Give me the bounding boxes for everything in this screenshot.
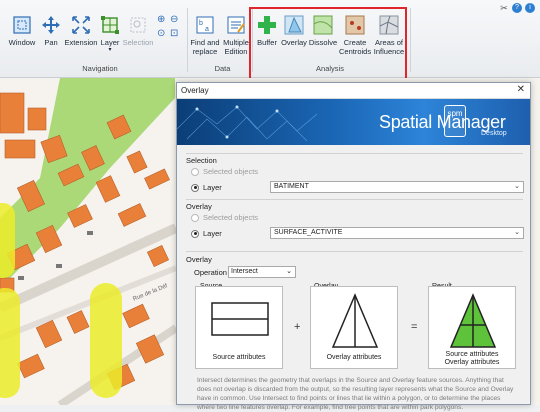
group-data-label: Data [214,64,231,73]
radio-label: Layer [203,183,222,192]
result-diagram-graphic [449,293,497,348]
overlay-caption: Overlay attributes [326,354,382,361]
svg-text:a: a [205,26,209,33]
operation-description: Intersect determines the geometry that o… [197,377,514,411]
pan-icon [40,14,62,36]
overlay-selection-section: Overlay Selected objects Layer SURFACE_A… [186,199,524,249]
operation-dropdown[interactable]: Intersect ⌄ [228,266,296,278]
dropdown-value: Intersect [231,268,258,275]
result-diagram: Source attributes Overlay attributes [428,286,516,369]
selection-layer-radio[interactable]: Layer [191,183,222,192]
radio-label: Selected objects [203,167,259,176]
layer-label: Layer [100,38,120,47]
divider [186,153,523,154]
dropdown-value: BATIMENT [274,183,309,190]
overlay-diagram: Overlay attributes [310,286,398,369]
zoom-out-icon[interactable]: ⊖ [170,14,178,25]
radio-button [191,213,199,222]
radio-button [191,167,199,176]
selection-icon [127,14,149,36]
zoom-in-icon[interactable]: ⊕ [157,14,165,25]
source-diagram: Source attributes [195,286,283,369]
operation-label: Operation [194,268,227,277]
svg-text:b: b [199,20,203,27]
overlay-diagram-graphic [331,293,379,348]
analysis-highlight-box [249,7,407,82]
dialog-title: Overlay [181,86,209,95]
selection-selected-objects-radio: Selected objects [191,167,258,176]
spatial-manager-banner: Spatial Manager spm Desktop [177,99,530,145]
selection-section: Selection Selected objects Layer BATIMEN… [186,153,524,203]
dialog-titlebar[interactable]: Overlay ✕ [177,83,530,99]
dropdown-value: SURFACE_ACTIVITE [274,229,343,236]
zoom-extent-icon[interactable]: ⊙ [157,28,165,39]
result-caption-line-1: Source attributes [445,351,499,358]
radio-button[interactable] [191,229,199,238]
chevron-down-icon: ⌄ [286,268,292,275]
radio-label: Selected objects [203,213,259,222]
plus-sign: + [294,321,301,333]
overlay-layer-radio[interactable]: Layer [191,229,222,238]
extension-label: Extension [64,38,98,47]
radio-label: Layer [203,229,222,238]
window-label: Window [8,38,36,47]
banner-subtitle: Desktop [481,130,507,137]
source-diagram-graphic [211,302,269,336]
zoom-window-icon[interactable]: ⊡ [170,28,178,39]
equals-sign: = [411,321,418,333]
chevron-down-icon: ⌄ [514,183,520,190]
selection-title: Selection [186,156,217,165]
radio-button[interactable] [191,183,199,192]
layer-button[interactable]: Layer ▾ [99,14,121,53]
spm-logo-badge: spm [444,105,466,137]
extension-icon [70,14,92,36]
banner-pattern [177,105,318,142]
result-caption-line-2: Overlay attributes [444,359,500,366]
overlay-selected-objects-radio: Selected objects [191,213,258,222]
ribbon-separator [187,8,188,72]
find-replace-icon: ba [194,14,216,36]
overlay-layer-dropdown[interactable]: SURFACE_ACTIVITE ⌄ [270,227,524,239]
layer-icon [99,14,121,36]
divider [186,199,523,200]
window-icon [11,14,33,36]
overlay-title: Overlay [186,202,212,211]
close-icon[interactable]: ✕ [517,84,525,95]
overlay-dialog: Overlay ✕ Spatial Manager spm Desktop Se… [176,82,531,411]
operation-section-title: Overlay [186,255,212,264]
tools-icon[interactable]: ✂ [499,3,509,13]
find-replace-label: Find and replace [190,38,220,56]
divider [186,251,523,252]
settings-icon[interactable]: i [525,3,535,13]
window-button[interactable]: Window [8,14,36,47]
multiple-edition-icon [225,14,247,36]
source-caption: Source attributes [212,354,266,361]
selection-button: Selection [122,14,154,47]
extension-button[interactable]: Extension [64,14,98,47]
multiple-edition-label: Multiple Edition [223,38,249,56]
ribbon-separator [410,8,411,72]
selection-layer-dropdown[interactable]: BATIMENT ⌄ [270,181,524,193]
help-icon[interactable]: ? [512,3,522,13]
operation-section: Overlay Operation Intersect ⌄ Source Ove… [186,251,523,371]
ribbon-toolbar: ✂ ? i Window Pan Extension Layer ▾ Selec… [0,0,540,82]
multiple-edition-button[interactable]: Multiple Edition [221,14,251,56]
selection-label: Selection [122,38,154,47]
pan-label: Pan [44,38,58,47]
pan-button[interactable]: Pan [40,14,62,47]
group-navigation-label: Navigation [82,64,118,73]
chevron-down-icon: ⌄ [514,229,520,236]
chevron-down-icon: ▾ [108,47,112,53]
find-replace-button[interactable]: ba Find and replace [190,14,220,56]
